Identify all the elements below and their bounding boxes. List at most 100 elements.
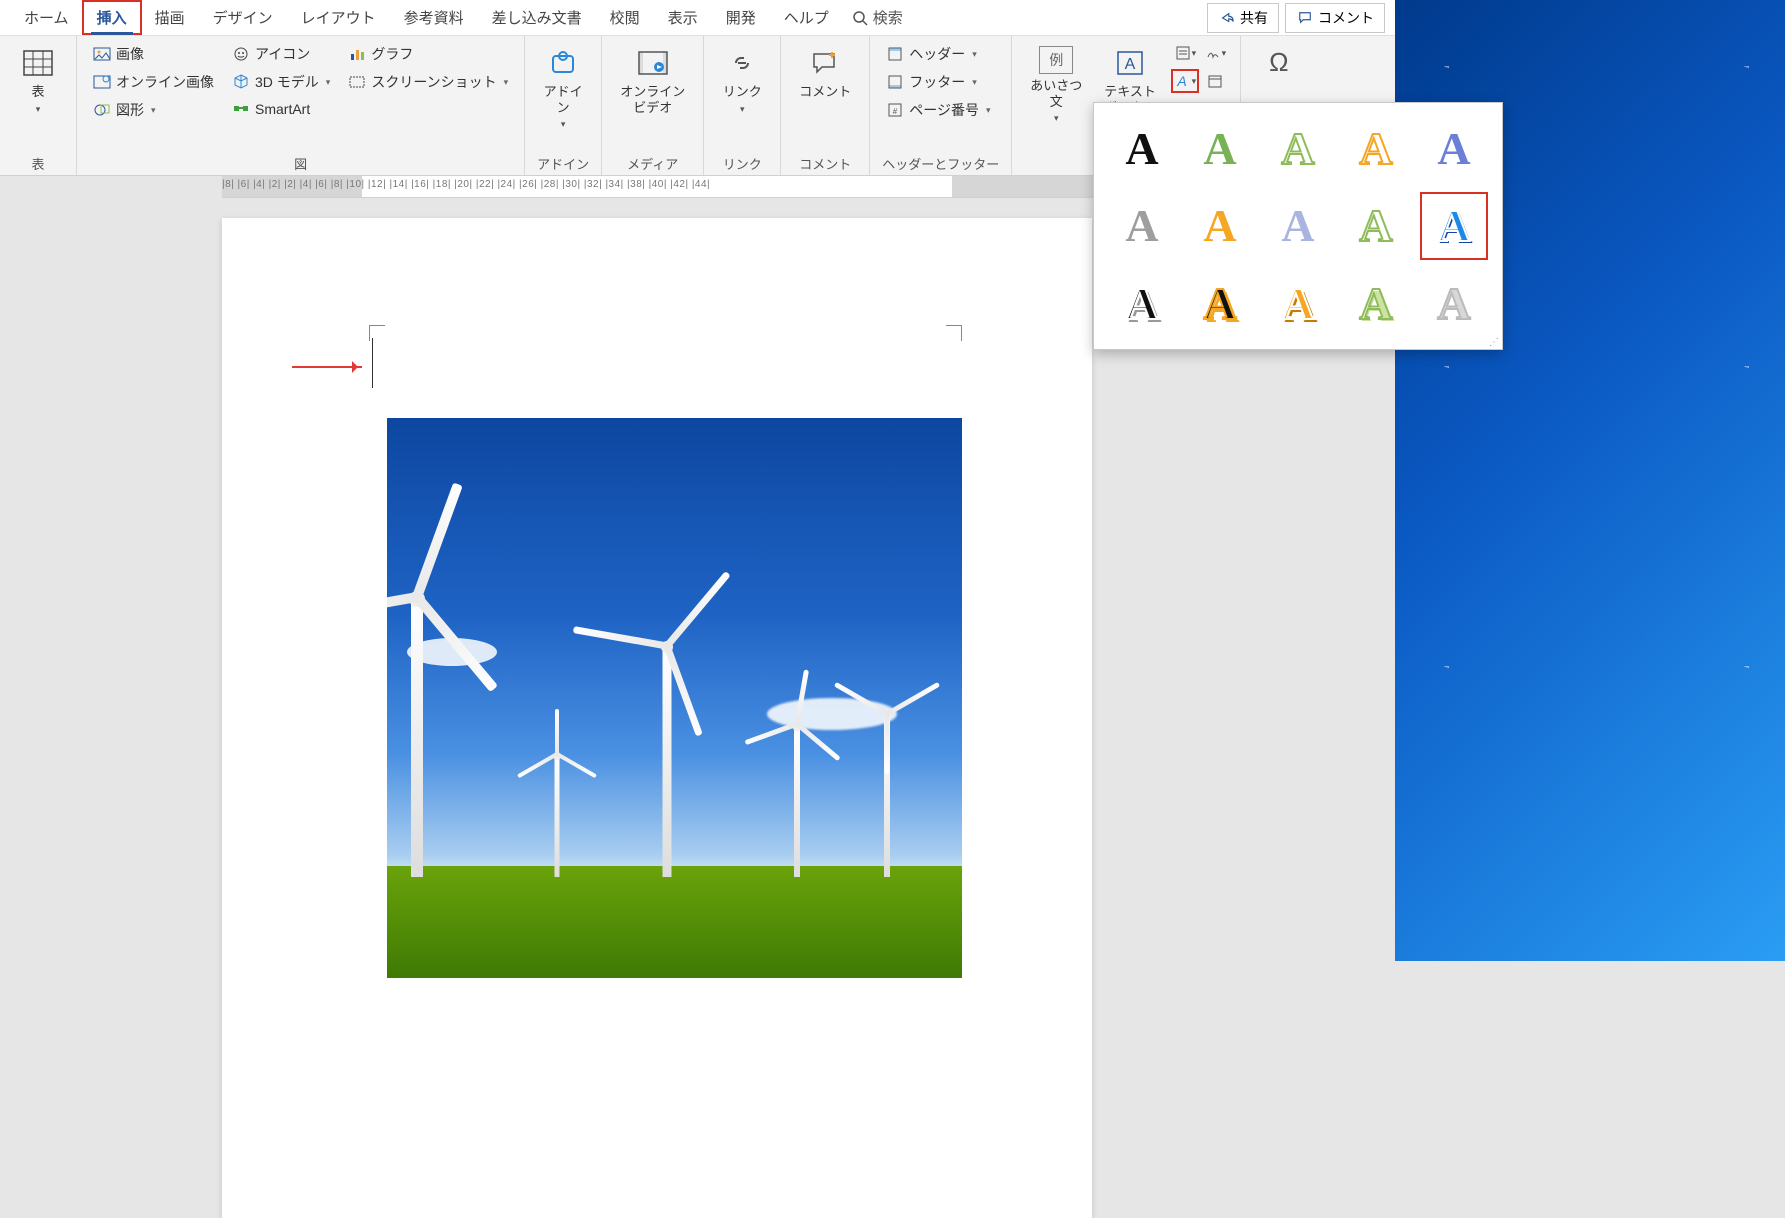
wordart-style-5[interactable]: A [1420, 115, 1488, 182]
3dmodels-button[interactable]: 3D モデル▾ [228, 70, 334, 94]
tab-references[interactable]: 参考資料 [390, 1, 478, 34]
wordart-style-1[interactable]: A [1108, 115, 1176, 182]
quickparts-icon [1174, 44, 1192, 62]
share-button[interactable]: 共有 [1207, 3, 1279, 33]
signature-button[interactable]: ▾ [1202, 42, 1228, 64]
pictures-button[interactable]: 画像 [89, 42, 218, 66]
group-links: リンク▾ リンク [704, 36, 781, 175]
tab-design[interactable]: デザイン [199, 1, 287, 34]
ruler-ticks: |8| |6| |4| |2| |2| |4| |6| |8| |10| |12… [222, 179, 710, 190]
new-comment-icon [808, 46, 842, 80]
textbox-icon: A [1113, 46, 1147, 80]
signature-icon [1204, 44, 1222, 62]
tab-view[interactable]: 表示 [654, 1, 712, 34]
screenshot-icon [348, 73, 366, 91]
tab-mailings[interactable]: 差し込み文書 [478, 1, 596, 34]
search-box[interactable]: 検索 [843, 3, 911, 32]
chart-label: グラフ [371, 44, 413, 64]
group-illustrations: 画像 オンライン画像 図形▾ アイコン 3D モデル▾ SmartArt グラフ… [77, 36, 525, 175]
video-label: オンライン ビデオ [620, 84, 685, 115]
link-button[interactable]: リンク▾ [716, 42, 768, 118]
tab-draw[interactable]: 描画 [141, 1, 199, 34]
svg-text:A: A [1176, 73, 1186, 89]
addins-icon [546, 46, 580, 80]
addins-button[interactable]: アドイ ン▾ [537, 42, 589, 134]
group-links-label: リンク [716, 152, 768, 173]
group-tables: 表 ▾ 表 [0, 36, 77, 175]
datetime-button[interactable] [1202, 70, 1228, 92]
svg-text:A: A [1125, 56, 1136, 73]
wordart-style-8[interactable]: A [1264, 192, 1332, 259]
tab-home[interactable]: ホーム [10, 1, 83, 34]
group-addins: アドイ ン▾ アドイン [525, 36, 602, 175]
wordart-style-2[interactable]: A [1186, 115, 1254, 182]
link-label: リンク [723, 84, 762, 100]
shapes-button[interactable]: 図形▾ [89, 98, 218, 122]
chart-button[interactable]: グラフ [344, 42, 512, 66]
smartart-label: SmartArt [255, 101, 310, 117]
pagenumber-button[interactable]: #ページ番号▾ [882, 98, 994, 122]
online-pictures-label: オンライン画像 [116, 72, 214, 92]
pagenumber-icon: # [886, 101, 904, 119]
wordart-style-6[interactable]: A [1108, 192, 1176, 259]
tab-review[interactable]: 校閲 [596, 1, 654, 34]
tab-developer[interactable]: 開発 [712, 1, 770, 34]
quickparts-button[interactable]: ▾ [1172, 42, 1198, 64]
group-media-label: メディア [614, 152, 691, 173]
link-icon [725, 46, 759, 80]
omega-icon: Ω [1262, 46, 1296, 80]
greeting-button[interactable]: 例 あいさつ 文▾ [1024, 42, 1088, 128]
smartart-icon [232, 100, 250, 118]
wordart-style-14[interactable]: A [1342, 270, 1410, 337]
online-video-button[interactable]: オンライン ビデオ [614, 42, 691, 119]
wordart-button[interactable]: A▾ [1172, 70, 1198, 92]
group-addins-label: アドイン [537, 152, 589, 173]
footer-button[interactable]: フッター▾ [882, 70, 994, 94]
table-button[interactable]: 表 ▾ [12, 42, 64, 118]
tab-help[interactable]: ヘルプ [770, 1, 843, 34]
resize-grip-icon[interactable]: ⋰ [1489, 337, 1499, 348]
shapes-icon [93, 101, 111, 119]
tab-insert[interactable]: 挿入 [83, 1, 141, 34]
inserted-image[interactable] [387, 418, 962, 978]
text-cursor [372, 338, 373, 388]
icons-button[interactable]: アイコン [228, 42, 334, 66]
symbol-button[interactable]: Ω [1253, 42, 1305, 84]
screenshot-button[interactable]: スクリーンショット▾ [344, 70, 512, 94]
footer-label: フッター [909, 72, 965, 92]
header-icon [886, 45, 904, 63]
annotation-arrow [292, 366, 362, 368]
comment-button[interactable]: コメント [1285, 3, 1385, 33]
header-button[interactable]: ヘッダー▾ [882, 42, 994, 66]
pictures-label: 画像 [116, 44, 144, 64]
video-icon [636, 46, 670, 80]
wordart-style-9[interactable]: A [1342, 192, 1410, 259]
table-label: 表 [31, 84, 44, 100]
wordart-style-12[interactable]: A [1186, 270, 1254, 337]
wordart-style-10[interactable]: A [1420, 192, 1488, 259]
screenshot-label: スクリーンショット [371, 72, 496, 92]
wordart-style-4[interactable]: A [1342, 115, 1410, 182]
page[interactable] [222, 218, 1092, 1218]
wordart-style-7[interactable]: A [1186, 192, 1254, 259]
smartart-button[interactable]: SmartArt [228, 98, 334, 120]
wordart-icon: A [1174, 72, 1192, 90]
share-label: 共有 [1240, 8, 1268, 28]
wordart-gallery: ⋰ AAAAAAAAAAAAAAA [1093, 102, 1503, 350]
new-comment-button[interactable]: コメント [793, 42, 857, 104]
group-comments: コメント コメント [781, 36, 870, 175]
wordart-style-13[interactable]: A [1264, 270, 1332, 337]
tab-layout[interactable]: レイアウト [287, 1, 390, 34]
addins-label: アドイ ン [544, 84, 583, 115]
greeting-label: あいさつ 文 [1030, 78, 1082, 109]
wordart-style-15[interactable]: A [1420, 270, 1488, 337]
3dmodels-label: 3D モデル [255, 72, 319, 92]
wordart-style-11[interactable]: A [1108, 270, 1176, 337]
group-media: オンライン ビデオ メディア [602, 36, 704, 175]
online-picture-icon [93, 73, 111, 91]
cube-icon [232, 73, 250, 91]
wordart-style-3[interactable]: A [1264, 115, 1332, 182]
online-pictures-button[interactable]: オンライン画像 [89, 70, 218, 94]
group-comments-label: コメント [793, 152, 857, 173]
search-label: 検索 [873, 7, 903, 28]
